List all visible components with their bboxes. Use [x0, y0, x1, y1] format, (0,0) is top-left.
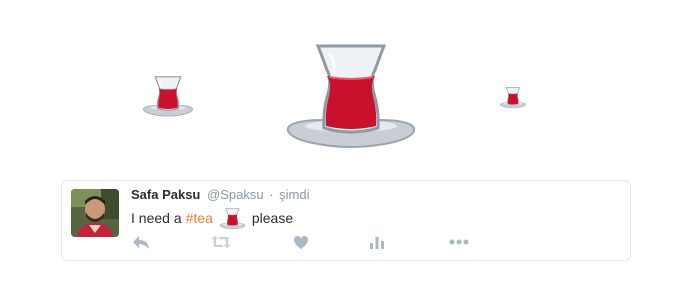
- display-name[interactable]: Safa Paksu: [131, 187, 200, 202]
- tea-emoji-icon: [219, 208, 246, 230]
- tweet-header: Safa Paksu @Spaksu · şimdi: [131, 186, 310, 204]
- like-button[interactable]: [291, 232, 311, 252]
- retweet-icon: [211, 235, 231, 249]
- tea-glass-large-icon: [284, 44, 418, 152]
- reply-button[interactable]: [131, 232, 151, 252]
- timestamp[interactable]: şimdi: [279, 187, 309, 202]
- reply-icon: [133, 236, 149, 249]
- retweet-button[interactable]: [211, 232, 231, 252]
- user-handle[interactable]: @Spaksu: [207, 187, 264, 202]
- avatar[interactable]: [71, 189, 119, 237]
- more-button[interactable]: [449, 232, 469, 252]
- hashtag-link[interactable]: #tea: [186, 208, 213, 228]
- tea-glass-tiny-icon: [499, 87, 527, 109]
- tweet-card[interactable]: Safa Paksu @Spaksu · şimdi I need a #tea…: [61, 180, 631, 261]
- tweet-text-before: I need a: [131, 210, 182, 226]
- separator: ·: [269, 187, 274, 202]
- analytics-button[interactable]: [367, 232, 387, 252]
- tweet-text-after: please: [251, 210, 294, 226]
- analytics-icon: [370, 237, 384, 249]
- tweet-text: I need a #tea please: [131, 207, 293, 229]
- tea-glass-small-icon: [142, 76, 194, 118]
- more-icon: [449, 239, 469, 245]
- like-icon: [294, 235, 308, 249]
